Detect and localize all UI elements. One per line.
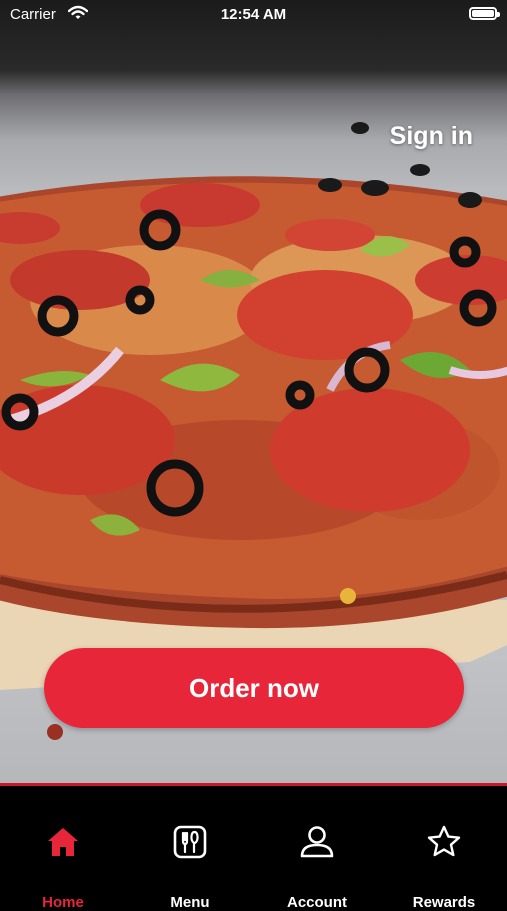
account-icon <box>299 824 335 860</box>
status-time: 12:54 AM <box>220 6 287 23</box>
sign-in-link[interactable]: Sign in <box>390 122 473 151</box>
star-icon <box>426 824 462 860</box>
order-now-button[interactable]: Order now <box>44 648 464 728</box>
status-bar: Carrier 12:54 AM <box>0 0 507 30</box>
tab-menu[interactable]: Menu <box>127 786 253 911</box>
battery-icon <box>469 7 500 20</box>
hero-section: Carrier 12:54 AM Sign in Order now <box>0 0 507 783</box>
tab-home-label: Home <box>42 894 84 911</box>
tab-bar: Home Menu Account Rewards <box>0 783 507 911</box>
tab-menu-label: Menu <box>170 894 210 911</box>
tab-rewards[interactable]: Rewards <box>381 786 507 911</box>
menu-icon <box>172 824 208 860</box>
tab-account[interactable]: Account <box>254 786 380 911</box>
tab-home[interactable]: Home <box>0 786 126 911</box>
home-icon <box>45 824 81 860</box>
tab-rewards-label: Rewards <box>412 894 476 911</box>
tab-account-label: Account <box>287 894 347 911</box>
